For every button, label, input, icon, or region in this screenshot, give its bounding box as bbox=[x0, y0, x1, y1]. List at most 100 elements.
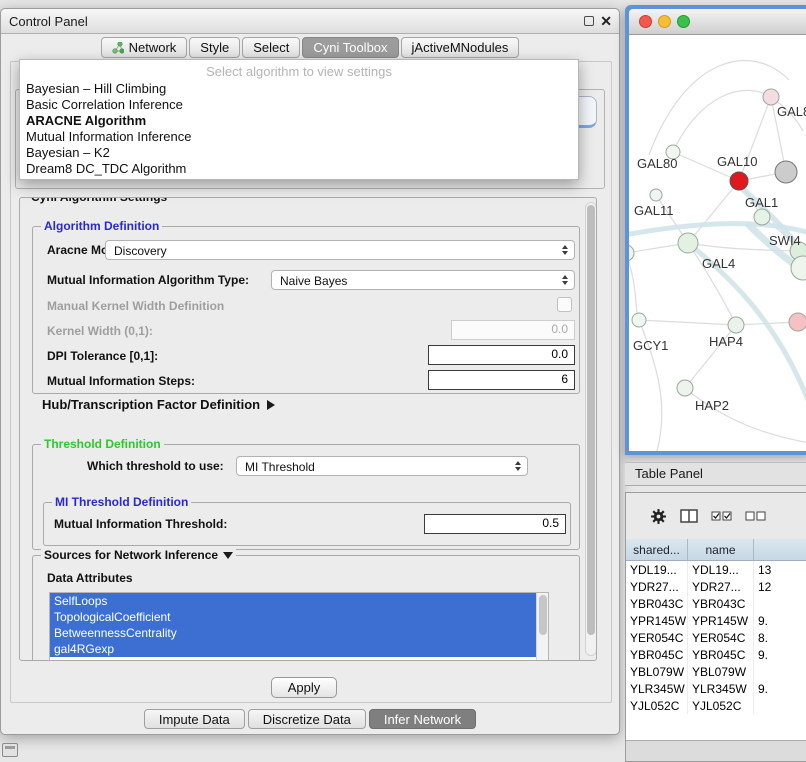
attribute-item[interactable]: BetweennessCentrality bbox=[50, 625, 548, 641]
tab-network[interactable]: Network bbox=[101, 37, 188, 58]
network-node[interactable] bbox=[763, 89, 779, 105]
attributes-scrollbar-thumb[interactable] bbox=[539, 595, 547, 635]
table-row[interactable]: YBL079WYBL079W bbox=[626, 663, 806, 680]
column-header-extra[interactable] bbox=[754, 539, 806, 560]
table-cell: YPR145W bbox=[688, 612, 754, 629]
columns-icon bbox=[680, 509, 698, 523]
algorithm-option[interactable]: Mutual Information Inference bbox=[20, 129, 578, 145]
algorithm-definition-group: Algorithm Definition Aracne Mode: Discov… bbox=[32, 226, 580, 394]
dpi-tolerance-field[interactable]: 0.0 bbox=[428, 345, 575, 365]
network-canvas[interactable]: GAL8GAL80GAL10GAL11GAL1SWI4GAL4GCY1HAP4H… bbox=[629, 35, 806, 451]
bottom-tab-discretize-data[interactable]: Discretize Data bbox=[248, 709, 366, 729]
settings-scrollbar[interactable] bbox=[585, 202, 597, 656]
collapsed-panel-icon[interactable] bbox=[2, 743, 18, 757]
bottom-tabbar: Impute DataDiscretize DataInfer Network bbox=[1, 709, 619, 729]
mi-type-combo[interactable]: Naive Bayes bbox=[271, 270, 575, 290]
apply-button[interactable]: Apply bbox=[271, 677, 337, 698]
table-settings-button[interactable] bbox=[650, 508, 667, 525]
close-button[interactable] bbox=[639, 15, 652, 28]
table-cell: YLR345W bbox=[626, 680, 688, 697]
tab-label: Select bbox=[253, 40, 289, 55]
mi-steps-field[interactable]: 6 bbox=[428, 370, 575, 390]
attribute-item[interactable]: gal4RGexp bbox=[50, 641, 548, 657]
manual-kernel-checkbox[interactable] bbox=[557, 297, 572, 312]
table-row[interactable]: YPR145WYPR145W9. bbox=[626, 612, 806, 629]
table-row[interactable]: YBR045CYBR045C9. bbox=[626, 646, 806, 663]
collapse-down-icon bbox=[223, 552, 233, 559]
table-row[interactable]: YER054CYER054C8. bbox=[626, 629, 806, 646]
tab-jactivemnodules[interactable]: jActiveMNodules bbox=[401, 37, 520, 58]
network-node-label: GAL11 bbox=[634, 203, 674, 218]
bottom-tab-impute-data[interactable]: Impute Data bbox=[144, 709, 245, 729]
algorithm-option[interactable]: Basic Correlation Inference bbox=[20, 97, 578, 113]
tab-cyni-toolbox[interactable]: Cyni Toolbox bbox=[302, 37, 398, 58]
network-node[interactable] bbox=[678, 233, 698, 253]
attributes-scrollbar[interactable] bbox=[536, 593, 548, 661]
attribute-item[interactable]: TopologicalCoefficient bbox=[50, 609, 548, 625]
deselect-all-button[interactable] bbox=[745, 510, 766, 522]
minimize-button[interactable] bbox=[658, 15, 671, 28]
table-cell bbox=[754, 697, 806, 714]
network-node[interactable] bbox=[754, 209, 770, 225]
expand-right-icon bbox=[267, 400, 275, 410]
mi-threshold-field[interactable]: 0.5 bbox=[424, 514, 566, 534]
manual-kernel-label: Manual Kernel Width Definition bbox=[47, 300, 224, 312]
network-edge bbox=[673, 90, 771, 152]
network-node-label: HAP4 bbox=[709, 334, 743, 349]
network-node-label: GCY1 bbox=[633, 338, 668, 353]
bottom-tab-infer-network[interactable]: Infer Network bbox=[369, 709, 476, 729]
desktop: { "control_panel": { "title": "Control P… bbox=[0, 0, 806, 762]
kernel-width-field[interactable]: 0.0 bbox=[451, 320, 575, 340]
table-cell: YDR27... bbox=[688, 578, 754, 595]
algorithm-option[interactable]: ARACNE Algorithm bbox=[20, 113, 578, 129]
table-row[interactable]: YDL19...YDL19...13 bbox=[626, 561, 806, 578]
tab-style[interactable]: Style bbox=[189, 37, 240, 58]
table-toolbar bbox=[626, 493, 806, 539]
combo-arrows-icon bbox=[557, 272, 572, 288]
zoom-button[interactable] bbox=[677, 15, 690, 28]
column-header-shared-name[interactable]: shared... bbox=[626, 539, 688, 560]
network-edge bbox=[688, 181, 739, 243]
algorithm-option[interactable]: Dream8 DC_TDC Algorithm bbox=[20, 161, 578, 177]
float-window-button[interactable] bbox=[584, 16, 594, 26]
table-row[interactable]: YLR345WYLR345W9. bbox=[626, 680, 806, 697]
sources-group: Sources for Network Inference Data Attri… bbox=[32, 555, 580, 661]
attribute-item[interactable]: SelfLoops bbox=[50, 593, 548, 609]
close-window-button[interactable]: ✕ bbox=[600, 13, 612, 29]
settings-scrollbar-thumb[interactable] bbox=[587, 205, 595, 635]
cyni-settings-group: Cyni Algorithm Settings Algorithm Defini… bbox=[19, 197, 597, 661]
select-all-button[interactable] bbox=[711, 510, 732, 522]
table-row[interactable]: YBR043CYBR043C bbox=[626, 595, 806, 612]
column-header-name[interactable]: name bbox=[688, 539, 754, 560]
network-node[interactable] bbox=[789, 313, 806, 331]
kernel-width-label: Kernel Width (0,1): bbox=[47, 325, 153, 337]
network-node[interactable] bbox=[677, 380, 693, 396]
table-row[interactable]: YJL052CYJL052C bbox=[626, 697, 806, 714]
hub-definition-expander[interactable]: Hub/Transcription Factor Definition bbox=[42, 397, 275, 412]
network-node[interactable] bbox=[629, 245, 634, 261]
table-cell: 9. bbox=[754, 646, 806, 663]
table-cell: YDL19... bbox=[626, 561, 688, 578]
network-edge bbox=[639, 320, 736, 325]
table-row[interactable]: YDR27...YDR27...12 bbox=[626, 578, 806, 595]
algorithm-option[interactable]: Bayesian – K2 bbox=[20, 145, 578, 161]
group-title: Threshold Definition bbox=[41, 437, 164, 451]
network-node[interactable] bbox=[775, 161, 797, 183]
aracne-mode-combo[interactable]: Discovery bbox=[105, 240, 575, 260]
combo-arrows-icon bbox=[510, 458, 525, 474]
sources-expander[interactable]: Sources for Network Inference bbox=[41, 548, 236, 562]
table-cell bbox=[754, 663, 806, 680]
network-node[interactable] bbox=[730, 172, 748, 190]
data-attributes-list: SelfLoopsTopologicalCoefficientBetweenne… bbox=[49, 592, 549, 661]
network-node[interactable] bbox=[728, 317, 744, 333]
network-node[interactable] bbox=[632, 313, 646, 327]
tab-select[interactable]: Select bbox=[242, 37, 300, 58]
network-window-titlebar bbox=[629, 9, 806, 35]
tab-label: Cyni Toolbox bbox=[313, 40, 387, 55]
combo-value: Naive Bayes bbox=[280, 275, 347, 287]
network-node[interactable] bbox=[650, 189, 662, 201]
algorithm-option[interactable]: Bayesian – Hill Climbing bbox=[20, 81, 578, 97]
network-node-label: HAP2 bbox=[695, 398, 729, 413]
column-layout-button[interactable] bbox=[680, 509, 698, 523]
which-threshold-combo[interactable]: MI Threshold bbox=[236, 456, 528, 476]
